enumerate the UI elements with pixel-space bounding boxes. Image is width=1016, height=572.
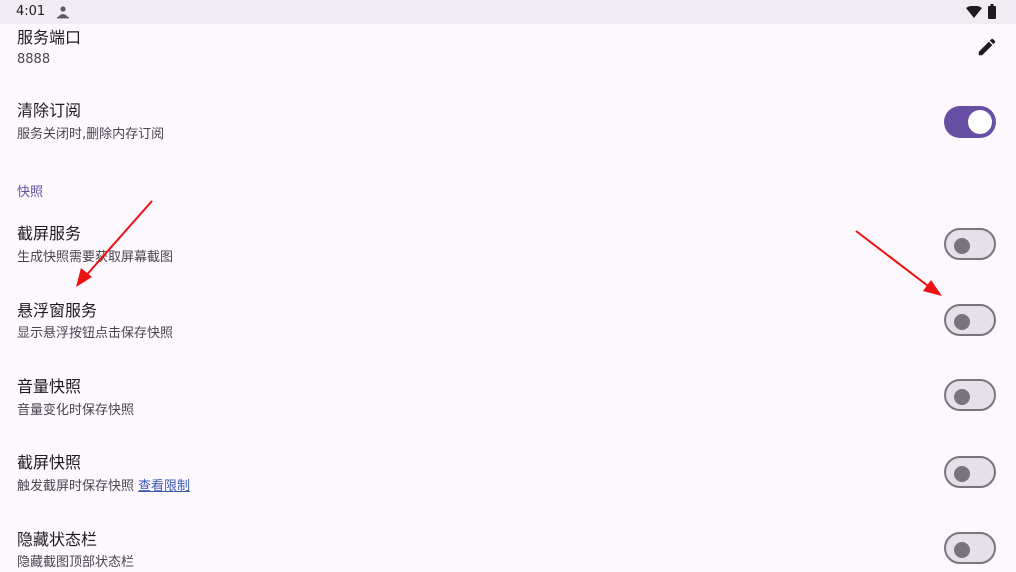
screenshot-snapshot-row[interactable]: 截屏快照 触发截屏时保存快照 查看限制	[0, 449, 1016, 509]
hide-status-bar-row[interactable]: 隐藏状态栏 隐藏截图顶部状态栏	[0, 526, 1016, 572]
clear-subscription-title: 清除订阅	[17, 101, 82, 120]
floating-window-service-row[interactable]: 悬浮窗服务 显示悬浮按钮点击保存快照	[0, 296, 1016, 356]
screenshot-service-switch[interactable]	[944, 228, 996, 260]
switch-thumb	[954, 466, 970, 482]
switch-thumb	[954, 542, 970, 558]
screenshot-snapshot-title: 截屏快照	[17, 453, 82, 472]
screenshot-service-summary: 生成快照需要获取屏幕截图	[17, 250, 174, 265]
wifi-icon	[966, 6, 982, 18]
snapshot-section-header: 快照	[17, 185, 44, 200]
user-icon	[57, 6, 69, 19]
volume-snapshot-switch[interactable]	[944, 379, 996, 411]
switch-thumb	[968, 110, 992, 134]
switch-thumb	[954, 389, 970, 405]
clear-subscription-summary: 服务关闭时,删除内存订阅	[17, 127, 165, 142]
battery-icon	[988, 4, 996, 19]
service-port-row[interactable]: 服务端口 8888	[0, 24, 1016, 80]
edit-icon[interactable]	[976, 36, 998, 58]
status-bar: 4:01	[0, 0, 1016, 24]
volume-snapshot-title: 音量快照	[17, 377, 82, 396]
floating-window-service-title: 悬浮窗服务	[17, 301, 98, 320]
hide-status-bar-title: 隐藏状态栏	[17, 530, 98, 549]
screenshot-snapshot-summary: 触发截屏时保存快照 查看限制	[17, 479, 190, 495]
screenshot-snapshot-switch[interactable]	[944, 456, 996, 488]
volume-snapshot-row[interactable]: 音量快照 音量变化时保存快照	[0, 373, 1016, 433]
screenshot-service-row[interactable]: 截屏服务 生成快照需要获取屏幕截图	[0, 220, 1016, 280]
service-port-value: 8888	[17, 52, 51, 67]
floating-window-service-switch[interactable]	[944, 304, 996, 336]
hide-status-bar-switch[interactable]	[944, 532, 996, 564]
screenshot-service-title: 截屏服务	[17, 224, 82, 243]
settings-screen: 4:01 服务端口 8888 清除订阅 服务关闭时,删除内存订阅 快照 截屏服务…	[0, 0, 1016, 572]
floating-window-service-summary: 显示悬浮按钮点击保存快照	[17, 326, 174, 341]
hide-status-bar-summary: 隐藏截图顶部状态栏	[17, 555, 135, 570]
clear-subscription-switch[interactable]	[944, 106, 996, 138]
status-time: 4:01	[16, 4, 46, 19]
switch-thumb	[954, 314, 970, 330]
clear-subscription-row[interactable]: 清除订阅 服务关闭时,删除内存订阅	[0, 96, 1016, 156]
volume-snapshot-summary: 音量变化时保存快照	[17, 403, 135, 418]
screenshot-snapshot-summary-text: 触发截屏时保存快照	[17, 479, 135, 494]
service-port-title: 服务端口	[17, 28, 82, 47]
switch-thumb	[954, 238, 970, 254]
view-limits-link[interactable]: 查看限制	[138, 479, 190, 494]
